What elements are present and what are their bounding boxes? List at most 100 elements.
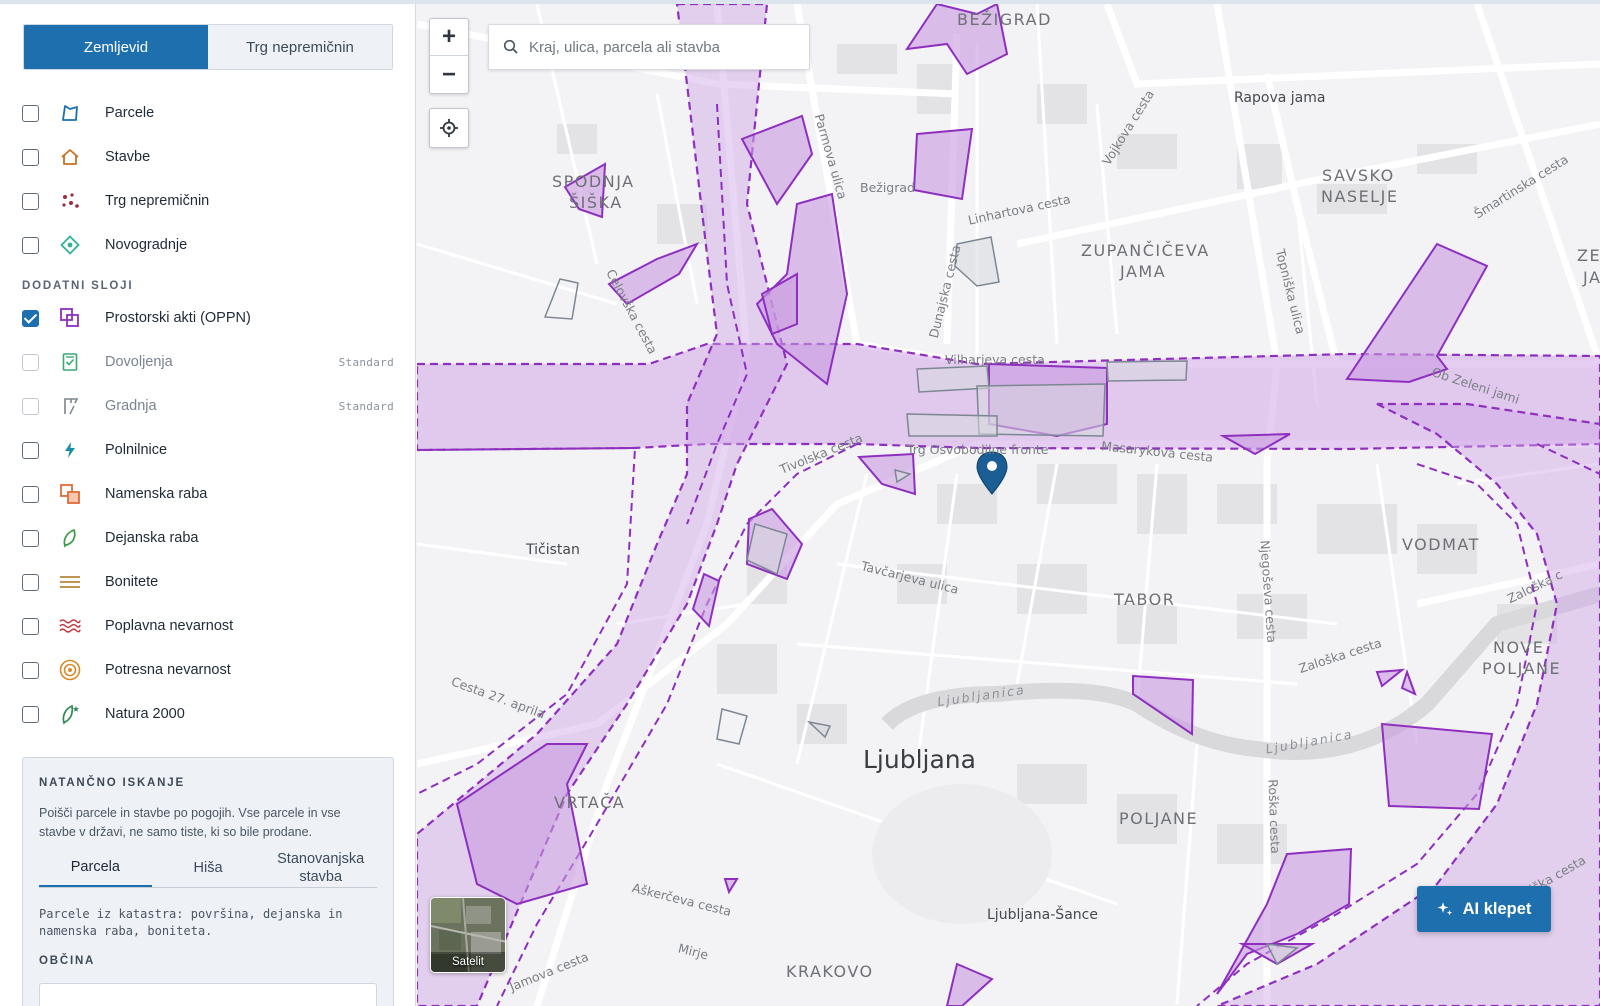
label-ze-2: JA [1583, 268, 1600, 287]
layer-checkbox-disabled[interactable] [22, 353, 39, 371]
label-ze-1: ZE [1577, 246, 1600, 265]
land-use-icon [59, 483, 81, 505]
layer-checkbox[interactable] [22, 617, 39, 635]
layer-stavbe[interactable]: Stavbe [22, 142, 394, 172]
tab-parcela[interactable]: Parcela [39, 848, 152, 887]
layer-poplavna[interactable]: Poplavna nevarnost [22, 611, 394, 641]
layer-potresna[interactable]: Potresna nevarnost [22, 655, 394, 685]
top-border [0, 0, 1600, 4]
layer-gradnja[interactable]: Gradnja Standard [22, 391, 394, 421]
layer-checkbox-checked[interactable] [22, 309, 39, 327]
crane-icon [59, 395, 81, 417]
view-tabs: Zemljevid Trg nepremičnin [23, 24, 393, 70]
layer-trg[interactable]: Trg nepremičnin [22, 186, 394, 216]
waves-icon [59, 615, 81, 637]
label-krakovo: KRAKOVO [786, 962, 874, 981]
precise-search-heading: NATANČNO ISKANJE [39, 777, 185, 789]
app-root: Zemljevid Trg nepremičnin Parcele Stavbe… [0, 0, 1600, 1006]
layer-dovoljenja[interactable]: Dovoljenja Standard [22, 347, 394, 377]
spatial-acts-icon [59, 307, 81, 329]
zoom-in-button[interactable]: + [430, 19, 468, 56]
layer-label: Bonitete [105, 574, 159, 590]
label-savsko-2: NASELJE [1321, 187, 1399, 206]
sidebar: Zemljevid Trg nepremičnin Parcele Stavbe… [0, 4, 416, 1006]
label-poljane: POLJANE [1119, 809, 1199, 828]
layer-checkbox[interactable] [22, 148, 39, 166]
layer-checkbox[interactable] [22, 441, 39, 459]
obcina-select[interactable] [39, 983, 377, 1006]
layer-label: Poplavna nevarnost [105, 618, 234, 634]
lightning-icon [59, 439, 81, 461]
target-icon [59, 659, 81, 681]
layer-checkbox[interactable] [22, 661, 39, 679]
basemap [417, 4, 1600, 1006]
crosshair-icon [440, 119, 458, 137]
label-tabor: TABOR [1114, 590, 1176, 609]
tab-stanovanjska-stavba[interactable]: Stanovanjska stavba [264, 848, 377, 887]
map-search-box [488, 24, 810, 70]
ai-chat-label: AI klepet [1462, 899, 1532, 918]
sparkle-icon [1437, 902, 1452, 916]
label-savsko-1: SAVSKO [1322, 166, 1395, 185]
layer-checkbox[interactable] [22, 485, 39, 503]
layer-bonitete[interactable]: Bonitete [22, 567, 394, 597]
layer-label: Namenska raba [105, 486, 208, 502]
new-build-icon [59, 234, 81, 256]
label-zupanciceva-2: JAMA [1120, 262, 1167, 281]
layer-checkbox-disabled[interactable] [22, 397, 39, 415]
search-type-tabs: Parcela Hiša Stanovanjska stavba [39, 848, 377, 888]
label-nove-poljane-2: POLJANE [1482, 659, 1562, 678]
tier-badge: Standard [338, 355, 394, 369]
layer-checkbox[interactable] [22, 236, 39, 254]
layer-checkbox[interactable] [22, 705, 39, 723]
ai-chat-button[interactable]: AI klepet [1417, 886, 1551, 932]
additional-layers-heading: DODATNI SLOJI [22, 280, 134, 292]
layer-novogradnje[interactable]: Novogradnje [22, 230, 394, 260]
label-vilharjeva: Vilharjeva cesta [945, 352, 1045, 367]
parcel-icon [59, 102, 81, 124]
layer-checkbox[interactable] [22, 192, 39, 210]
label-roska: Roška cesta [1265, 778, 1284, 855]
label-vrtaca: VRTAČA [554, 793, 626, 812]
precise-search-description: Poišči parcele in stavbe po pogojih. Vse… [39, 806, 341, 839]
layer-label: Potresna nevarnost [105, 662, 231, 678]
label-zupanciceva-1: ZUPANČIČEVA [1081, 241, 1210, 260]
layer-checkbox[interactable] [22, 104, 39, 122]
layer-checkbox[interactable] [22, 573, 39, 591]
locate-button[interactable] [429, 108, 469, 148]
tab-real-estate-market[interactable]: Trg nepremičnin [208, 25, 392, 69]
tab-map[interactable]: Zemljevid [24, 25, 208, 69]
layer-namenska-raba[interactable]: Namenska raba [22, 479, 394, 509]
zoom-control: + − [429, 18, 469, 94]
layer-label: Prostorski akti (OPPN) [105, 310, 251, 326]
label-trg-of: Trg Osvobodilne fronte [907, 442, 1049, 457]
layer-natura[interactable]: Natura 2000 [22, 699, 394, 729]
label-ljubljana-sance: Ljubljana-Šance [987, 907, 1098, 923]
layer-polnilnice[interactable]: Polnilnice [22, 435, 394, 465]
layer-label: Trg nepremičnin [105, 193, 210, 209]
leaf-icon [59, 527, 81, 549]
permit-icon [59, 351, 81, 373]
layer-label: Novogradnje [105, 237, 188, 253]
layer-label: Dejanska raba [105, 530, 199, 546]
search-icon [503, 39, 518, 54]
label-nove-poljane-1: NOVE [1493, 638, 1545, 657]
tab-hisa[interactable]: Hiša [152, 848, 265, 887]
label-bezigrad-district: BEŽIGRAD [957, 10, 1052, 29]
zoom-out-button[interactable]: − [430, 56, 468, 93]
layer-label: Stavbe [105, 149, 151, 165]
map-search-input[interactable] [529, 38, 799, 56]
map-canvas[interactable]: BEŽIGRAD Rapova jama SPODNJA ŠIŠKA SAVSK… [417, 4, 1600, 1006]
satellite-toggle[interactable]: Satelit [430, 897, 506, 973]
layer-checkbox[interactable] [22, 529, 39, 547]
label-ljubljana: Ljubljana [863, 745, 976, 774]
layer-prostorski-akti[interactable]: Prostorski akti (OPPN) [22, 303, 394, 333]
market-dots-icon [59, 190, 81, 212]
tier-badge: Standard [338, 399, 394, 413]
layer-dejanska-raba[interactable]: Dejanska raba [22, 523, 394, 553]
building-icon [59, 146, 81, 168]
obcina-label: OBČINA [39, 955, 96, 967]
layer-label: Polnilnice [105, 442, 168, 458]
label-spodnja-siska-2: ŠIŠKA [569, 193, 623, 212]
layer-parcele[interactable]: Parcele [22, 98, 394, 128]
